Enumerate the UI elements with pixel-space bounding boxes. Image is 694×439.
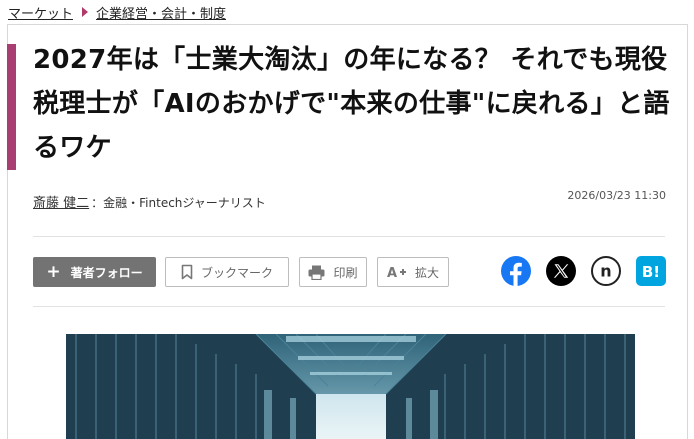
- hero-image: [66, 334, 635, 439]
- title-accent-bar: [7, 44, 16, 170]
- divider-bottom: [33, 306, 665, 307]
- print-label: 印刷: [333, 265, 358, 280]
- follow-author-button[interactable]: + 著者フォロー: [33, 257, 156, 287]
- divider-top: [33, 236, 665, 237]
- publish-date: 2026/03/23 11:30: [567, 189, 666, 202]
- follow-label: 著者フォロー: [70, 265, 143, 280]
- breadcrumb-separator-icon: [82, 7, 89, 17]
- svg-text:A: A: [387, 266, 397, 279]
- breadcrumb-item-market[interactable]: マーケット: [8, 3, 73, 22]
- note-glyph: n: [600, 262, 611, 281]
- plus-icon: +: [46, 261, 61, 282]
- x-icon: [546, 256, 576, 286]
- hatena-bookmark-icon: B!: [636, 256, 666, 286]
- breadcrumb-item-corporate[interactable]: 企業経営・会計・制度: [96, 3, 226, 22]
- author-name-link[interactable]: 斎藤 健二: [33, 192, 89, 211]
- zoom-label: 拡大: [414, 265, 439, 280]
- share-x-button[interactable]: [546, 256, 576, 286]
- article-title: 2027年は「士業大淘汰」の年になる？ それでも現役税理士が「AIのおかげで"本…: [33, 45, 670, 163]
- author-line: 斎藤 健二 ：金融・Fintechジャーナリスト: [33, 192, 266, 211]
- breadcrumb: マーケット 企業経営・会計・制度: [8, 3, 226, 22]
- author-role: ：金融・Fintechジャーナリスト: [91, 196, 266, 210]
- text-zoom-icon: A: [387, 266, 406, 279]
- hatena-glyph: B!: [642, 263, 660, 281]
- bookmark-icon: [181, 264, 193, 280]
- bookmark-label: ブックマーク: [200, 265, 273, 280]
- share-note-button[interactable]: n: [591, 256, 621, 286]
- share-facebook-button[interactable]: [501, 256, 531, 286]
- bookmark-button[interactable]: ブックマーク: [165, 257, 289, 287]
- facebook-icon: [501, 256, 531, 286]
- data-center-photo: [66, 334, 635, 439]
- zoom-button[interactable]: A 拡大: [377, 257, 449, 287]
- share-hatena-button[interactable]: B!: [636, 256, 666, 286]
- printer-icon: [308, 265, 325, 280]
- print-button[interactable]: 印刷: [299, 257, 367, 287]
- note-icon: n: [591, 256, 621, 286]
